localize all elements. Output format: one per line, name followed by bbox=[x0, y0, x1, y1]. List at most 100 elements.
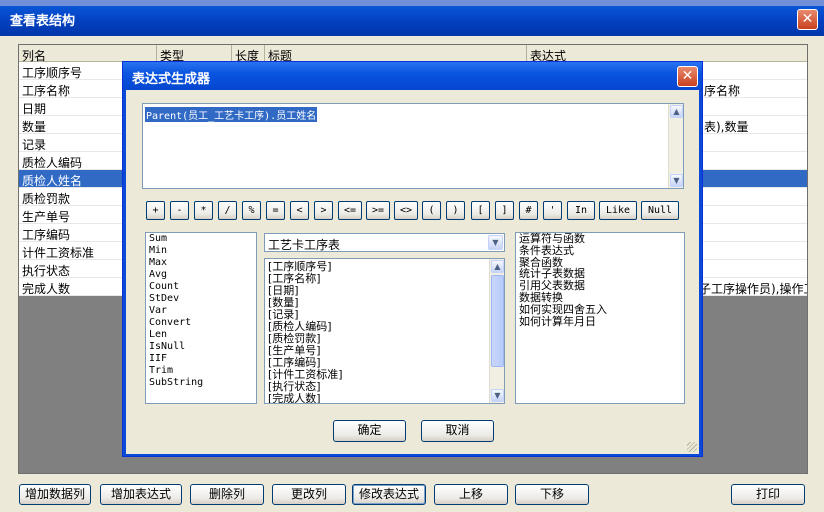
row-name: 质检人编码 bbox=[22, 156, 83, 170]
list-item[interactable]: [工序名称] bbox=[265, 273, 504, 285]
print-button[interactable]: 打印 bbox=[731, 484, 805, 505]
list-item[interactable]: Avg bbox=[146, 269, 256, 281]
operator-open-bracket-button[interactable]: [ bbox=[471, 201, 490, 220]
operator-equals-button[interactable]: = bbox=[266, 201, 285, 220]
list-item[interactable]: Len bbox=[146, 329, 256, 341]
operator-quote-button[interactable]: ' bbox=[543, 201, 562, 220]
table-select-value: 工艺卡工序表 bbox=[268, 238, 341, 252]
expression-text: Parent(员工_工艺卡工序).员工姓名 bbox=[145, 107, 318, 122]
add-expression-button[interactable]: 增加表达式 bbox=[100, 484, 182, 505]
operator-null-button[interactable]: Null bbox=[641, 201, 679, 220]
column-separator bbox=[156, 45, 157, 62]
list-item[interactable]: 数据转换 bbox=[516, 292, 684, 304]
row-expression: 表),数量 bbox=[704, 120, 749, 134]
operator-plus-button[interactable]: + bbox=[146, 201, 165, 220]
operator-less-button[interactable]: < bbox=[290, 201, 309, 220]
fields-items: [工序顺序号] [工序名称] [日期] [数量] [记录] [质检人编码] [质… bbox=[265, 259, 504, 404]
column-separator bbox=[231, 45, 232, 62]
functions-list[interactable]: Sum Min Max Avg Count StDev Var Convert … bbox=[145, 232, 257, 404]
list-item[interactable]: Min bbox=[146, 245, 256, 257]
scroll-up-icon[interactable]: ▲ bbox=[491, 260, 504, 273]
list-item[interactable]: IIF bbox=[146, 353, 256, 365]
list-item[interactable]: SubString bbox=[146, 377, 256, 389]
row-expression: 子工序操作员),操作工 bbox=[699, 282, 808, 296]
list-item[interactable]: Count bbox=[146, 281, 256, 293]
add-data-column-button[interactable]: 增加数据列 bbox=[19, 484, 91, 505]
scroll-down-icon[interactable]: ▼ bbox=[670, 174, 683, 187]
operator-less-equal-button[interactable]: <= bbox=[338, 201, 362, 220]
row-expression: 序名称 bbox=[704, 84, 741, 98]
row-name: 工序名称 bbox=[22, 84, 71, 98]
fields-list[interactable]: [工序顺序号] [工序名称] [日期] [数量] [记录] [质检人编码] [质… bbox=[264, 258, 505, 404]
operator-not-equal-button[interactable]: <> bbox=[394, 201, 418, 220]
close-icon: ✕ bbox=[801, 11, 814, 27]
ok-button[interactable]: 确定 bbox=[333, 420, 406, 442]
list-item[interactable]: [数量] bbox=[265, 297, 504, 309]
operator-close-bracket-button[interactable]: ] bbox=[495, 201, 514, 220]
operator-like-button[interactable]: Like bbox=[599, 201, 637, 220]
expression-textarea[interactable]: Parent(员工_工艺卡工序).员工姓名 ▲ ▼ bbox=[142, 103, 684, 189]
row-name: 质检人姓名 bbox=[22, 174, 83, 188]
operator-multiply-button[interactable]: * bbox=[194, 201, 213, 220]
row-name: 计件工资标准 bbox=[22, 246, 95, 260]
list-item[interactable]: Trim bbox=[146, 365, 256, 377]
row-name: 工序顺序号 bbox=[22, 66, 83, 80]
list-item[interactable]: StDev bbox=[146, 293, 256, 305]
row-name: 生产单号 bbox=[22, 210, 71, 224]
row-name: 工序编码 bbox=[22, 228, 71, 242]
outer-close-button[interactable]: ✕ bbox=[797, 9, 818, 30]
operator-hash-button[interactable]: # bbox=[519, 201, 538, 220]
background-window-strip bbox=[0, 0, 824, 6]
dialog-close-button[interactable]: ✕ bbox=[677, 66, 698, 87]
outer-window-title: 查看表结构 bbox=[10, 14, 76, 29]
row-name: 完成人数 bbox=[22, 282, 71, 296]
table-select[interactable]: 工艺卡工序表 ▼ bbox=[264, 233, 505, 252]
operator-divide-button[interactable]: / bbox=[218, 201, 237, 220]
outer-titlebar: 查看表结构 ✕ bbox=[0, 0, 824, 36]
row-name: 日期 bbox=[22, 102, 47, 116]
operator-modulo-button[interactable]: % bbox=[242, 201, 261, 220]
move-up-button[interactable]: 上移 bbox=[434, 484, 508, 505]
scroll-up-icon[interactable]: ▲ bbox=[670, 105, 683, 118]
cancel-button[interactable]: 取消 bbox=[421, 420, 494, 442]
expression-scrollbar[interactable]: ▲ ▼ bbox=[668, 104, 683, 188]
list-item[interactable]: Max bbox=[146, 257, 256, 269]
list-item[interactable]: 如何计算年月日 bbox=[516, 315, 684, 328]
column-separator bbox=[526, 45, 527, 62]
delete-column-button[interactable]: 删除列 bbox=[190, 484, 264, 505]
operator-greater-button[interactable]: > bbox=[314, 201, 333, 220]
list-item[interactable]: Sum bbox=[146, 233, 256, 245]
operator-open-paren-button[interactable]: ( bbox=[422, 201, 441, 220]
edit-expression-button[interactable]: 修改表达式 bbox=[352, 484, 426, 505]
edit-column-button[interactable]: 更改列 bbox=[272, 484, 346, 505]
help-topics-list[interactable]: 运算符与函数 条件表达式 聚合函数 统计子表数据 引用父表数据 数据转换 如何实… bbox=[515, 232, 685, 404]
operator-in-button[interactable]: In bbox=[567, 201, 595, 220]
close-icon: ✕ bbox=[681, 68, 694, 84]
list-item[interactable]: [完成人数] bbox=[265, 393, 504, 404]
row-name: 数量 bbox=[22, 120, 47, 134]
operator-greater-equal-button[interactable]: >= bbox=[366, 201, 390, 220]
list-item[interactable]: [日期] bbox=[265, 285, 504, 297]
dialog-titlebar[interactable]: 表达式生成器 ✕ bbox=[123, 62, 702, 90]
move-down-button[interactable]: 下移 bbox=[515, 484, 589, 505]
list-item[interactable]: Convert bbox=[146, 317, 256, 329]
row-name: 质检罚款 bbox=[22, 192, 71, 206]
list-item[interactable]: 条件表达式 bbox=[516, 244, 684, 257]
dialog-body: Parent(员工_工艺卡工序).员工姓名 ▲ ▼ + - * / % = < … bbox=[126, 90, 699, 454]
list-item[interactable]: IsNull bbox=[146, 341, 256, 353]
list-item[interactable]: Var bbox=[146, 305, 256, 317]
grid-header: 列名 类型 长度 标题 表达式 bbox=[19, 45, 807, 63]
operator-minus-button[interactable]: - bbox=[170, 201, 189, 220]
row-name: 执行状态 bbox=[22, 264, 71, 278]
scroll-thumb[interactable] bbox=[491, 275, 504, 367]
dialog-title: 表达式生成器 bbox=[132, 72, 211, 87]
resize-grip[interactable] bbox=[687, 442, 697, 452]
expression-builder-dialog: 表达式生成器 ✕ Parent(员工_工艺卡工序).员工姓名 ▲ ▼ + - *… bbox=[122, 61, 703, 457]
row-name: 记录 bbox=[22, 138, 47, 152]
list-item[interactable]: 如何实现四舍五入 bbox=[516, 303, 684, 316]
operator-close-paren-button[interactable]: ) bbox=[446, 201, 465, 220]
column-separator bbox=[264, 45, 265, 62]
fields-scrollbar[interactable]: ▲ ▼ bbox=[489, 259, 504, 403]
chevron-down-icon[interactable]: ▼ bbox=[488, 235, 503, 250]
scroll-down-icon[interactable]: ▼ bbox=[491, 389, 504, 402]
